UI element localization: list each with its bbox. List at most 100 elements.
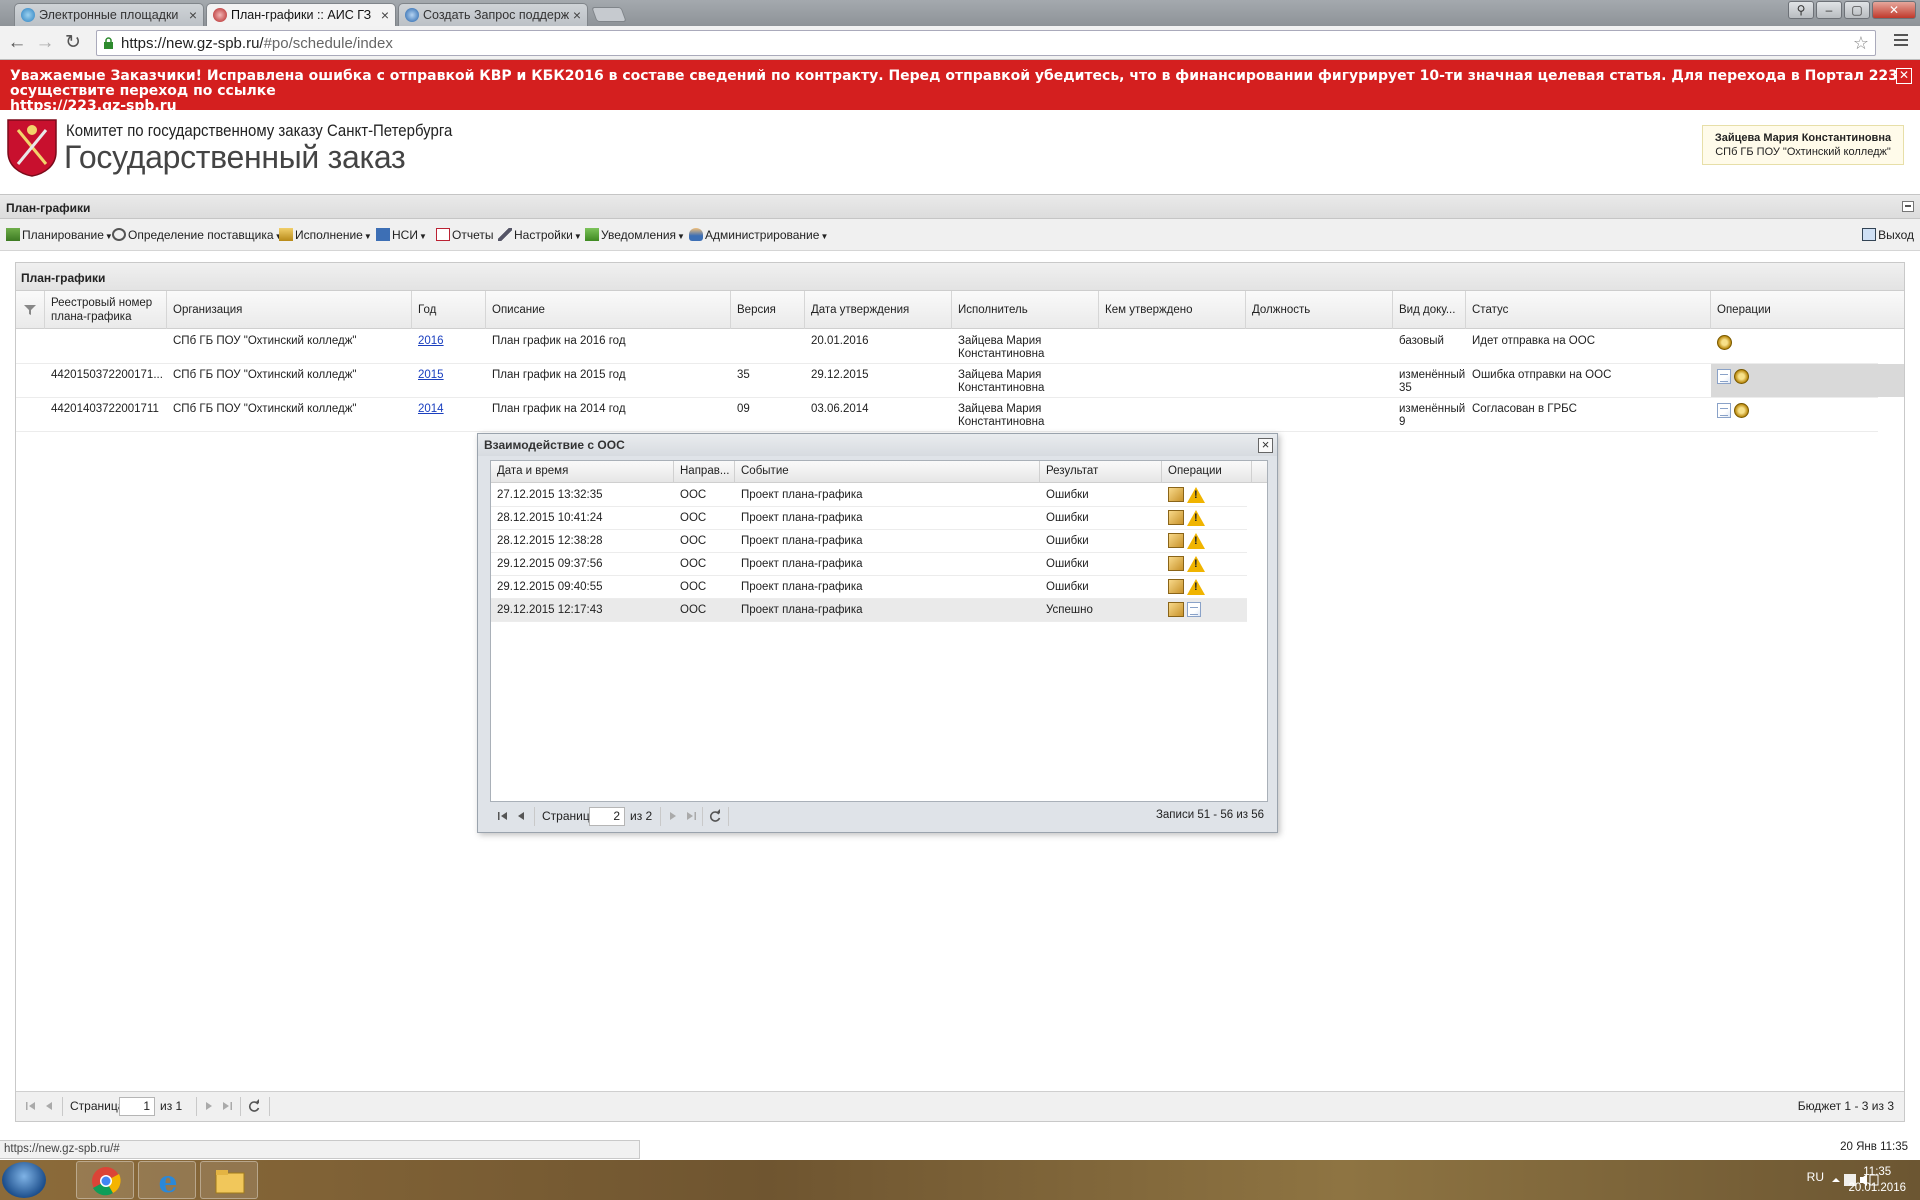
col-reg-number[interactable]: Реестровый номер плана-графика (45, 291, 167, 329)
list-item[interactable]: 29.12.2015 12:17:43 ООС Проект плана-гра… (491, 599, 1247, 622)
package-icon[interactable] (1168, 533, 1184, 548)
menu-notifications[interactable]: Уведомления▼ (585, 228, 685, 242)
col-result[interactable]: Результат (1040, 461, 1162, 483)
eagle-emblem-icon[interactable] (1717, 335, 1732, 350)
back-arrow-icon[interactable]: ← (4, 30, 30, 56)
tab-title: План-графики :: АИС ГЗ (231, 8, 372, 22)
menu-nsi[interactable]: НСИ▼ (376, 228, 427, 242)
reload-icon[interactable]: ↻ (60, 30, 86, 56)
list-item[interactable]: 27.12.2015 13:32:35 ООС Проект плана-гра… (491, 484, 1247, 507)
close-window-button[interactable]: ✕ (1872, 1, 1916, 19)
year-link[interactable]: 2015 (418, 369, 444, 381)
next-page-icon[interactable] (666, 809, 680, 823)
col-status[interactable]: Статус (1466, 291, 1711, 329)
explorer-icon[interactable] (200, 1161, 258, 1199)
package-icon[interactable] (1168, 487, 1184, 502)
page-input[interactable]: 2 (589, 807, 625, 826)
year-link[interactable]: 2016 (418, 335, 444, 347)
first-page-icon[interactable] (24, 1099, 38, 1113)
package-icon[interactable] (1168, 579, 1184, 594)
document-icon[interactable] (1717, 403, 1731, 418)
system-clock[interactable]: 11:35 20.01.2016 (1848, 1164, 1906, 1196)
browser-tab-2[interactable]: План-графики :: АИС ГЗ × (206, 3, 396, 27)
col-approval-date[interactable]: Дата утверждения (805, 291, 952, 329)
forward-arrow-icon[interactable]: → (32, 30, 58, 56)
collapse-panel-icon[interactable] (1902, 201, 1914, 212)
chrome-icon[interactable] (76, 1161, 134, 1199)
col-position[interactable]: Должность (1246, 291, 1393, 329)
col-event[interactable]: Событие (735, 461, 1040, 483)
package-icon[interactable] (1168, 556, 1184, 571)
refresh-icon[interactable] (708, 809, 722, 823)
list-item[interactable]: 28.12.2015 10:41:24 ООС Проект плана-гра… (491, 507, 1247, 530)
chrome-menu-icon[interactable] (1894, 34, 1908, 48)
address-bar[interactable]: https://new.gz-spb.ru/#po/schedule/index… (96, 30, 1876, 56)
col-organization[interactable]: Организация (167, 291, 412, 329)
col-operations[interactable]: Операции (1162, 461, 1252, 483)
last-page-icon[interactable] (220, 1099, 234, 1113)
warning-icon[interactable] (1187, 510, 1205, 526)
menu-reports[interactable]: Отчеты (436, 228, 493, 242)
table-row[interactable]: 4420150372200171... СПб ГБ ПОУ "Охтински… (16, 364, 1904, 398)
ie-icon[interactable]: e (138, 1161, 196, 1200)
user-icon[interactable]: ⚲ (1788, 1, 1814, 19)
menu-administration[interactable]: Администрирование▼ (689, 228, 828, 242)
col-doc-kind[interactable]: Вид доку... (1393, 291, 1466, 329)
col-year[interactable]: Год (412, 291, 486, 329)
user-info-box[interactable]: Зайцева Мария Константиновна СПб ГБ ПОУ … (1702, 125, 1904, 165)
warning-icon[interactable] (1187, 556, 1205, 572)
warning-icon[interactable] (1187, 579, 1205, 595)
warning-icon[interactable] (1187, 533, 1205, 549)
browser-tab-1[interactable]: Электронные площадки × (14, 3, 204, 26)
close-tab-icon[interactable]: × (189, 4, 197, 26)
close-dialog-icon[interactable]: × (1258, 438, 1273, 453)
col-description[interactable]: Описание (486, 291, 731, 329)
next-page-icon[interactable] (202, 1099, 216, 1113)
package-icon[interactable] (1168, 510, 1184, 525)
list-item[interactable]: 28.12.2015 12:38:28 ООС Проект плана-гра… (491, 530, 1247, 553)
warning-icon[interactable] (1187, 487, 1205, 503)
page-input[interactable]: 1 (119, 1097, 155, 1116)
col-datetime[interactable]: Дата и время (491, 461, 674, 483)
first-page-icon[interactable] (496, 809, 510, 823)
col-direction[interactable]: Направ... (674, 461, 735, 483)
menu-execution[interactable]: Исполнение▼ (279, 228, 372, 242)
exit-button[interactable]: Выход (1862, 228, 1914, 242)
dialog-title[interactable]: Взаимодействие с ООС (478, 434, 1277, 456)
cell-datetime: 27.12.2015 13:32:35 (497, 489, 603, 501)
col-operations[interactable]: Операции (1711, 291, 1904, 329)
table-row[interactable]: СПб ГБ ПОУ "Охтинский колледж" 2016 План… (16, 330, 1878, 364)
eagle-emblem-icon[interactable] (1734, 369, 1750, 384)
col-version[interactable]: Версия (731, 291, 805, 329)
year-link[interactable]: 2014 (418, 403, 444, 415)
col-approved-by[interactable]: Кем утверждено (1099, 291, 1246, 329)
list-item[interactable]: 29.12.2015 09:40:55 ООС Проект плана-гра… (491, 576, 1247, 599)
close-icon[interactable]: ✕ (1896, 68, 1912, 84)
new-tab-button[interactable] (591, 7, 627, 22)
prev-page-icon[interactable] (42, 1099, 56, 1113)
menu-settings[interactable]: Настройки▼ (498, 228, 582, 242)
start-button[interactable] (2, 1162, 46, 1198)
col-executor[interactable]: Исполнитель (952, 291, 1099, 329)
tab-title: Создать Запрос поддерж (423, 8, 570, 22)
language-indicator[interactable]: RU (1807, 1170, 1824, 1184)
filter-clear-icon[interactable] (16, 291, 45, 329)
table-row[interactable]: 44201403722001711 СПб ГБ ПОУ "Охтинский … (16, 398, 1878, 432)
last-page-icon[interactable] (684, 809, 698, 823)
eagle-emblem-icon[interactable] (1734, 403, 1750, 418)
menu-planning[interactable]: Планирование▼ (6, 228, 113, 242)
cell-reg: 44201403722001711 (51, 403, 159, 415)
browser-tab-3[interactable]: Создать Запрос поддерж × (398, 3, 588, 26)
document-icon[interactable] (1717, 369, 1731, 384)
list-item[interactable]: 29.12.2015 09:37:56 ООС Проект плана-гра… (491, 553, 1247, 576)
package-icon[interactable] (1168, 602, 1184, 617)
close-tab-icon[interactable]: × (381, 4, 389, 26)
maximize-button[interactable]: ▢ (1844, 1, 1870, 19)
refresh-icon[interactable] (247, 1099, 261, 1113)
close-tab-icon[interactable]: × (573, 4, 581, 26)
menu-supplier[interactable]: Определение поставщика▼ (112, 228, 282, 242)
document-icon[interactable] (1187, 602, 1201, 617)
bookmark-star-icon[interactable]: ☆ (1853, 33, 1869, 54)
prev-page-icon[interactable] (514, 809, 528, 823)
minimize-button[interactable]: – (1816, 1, 1842, 19)
